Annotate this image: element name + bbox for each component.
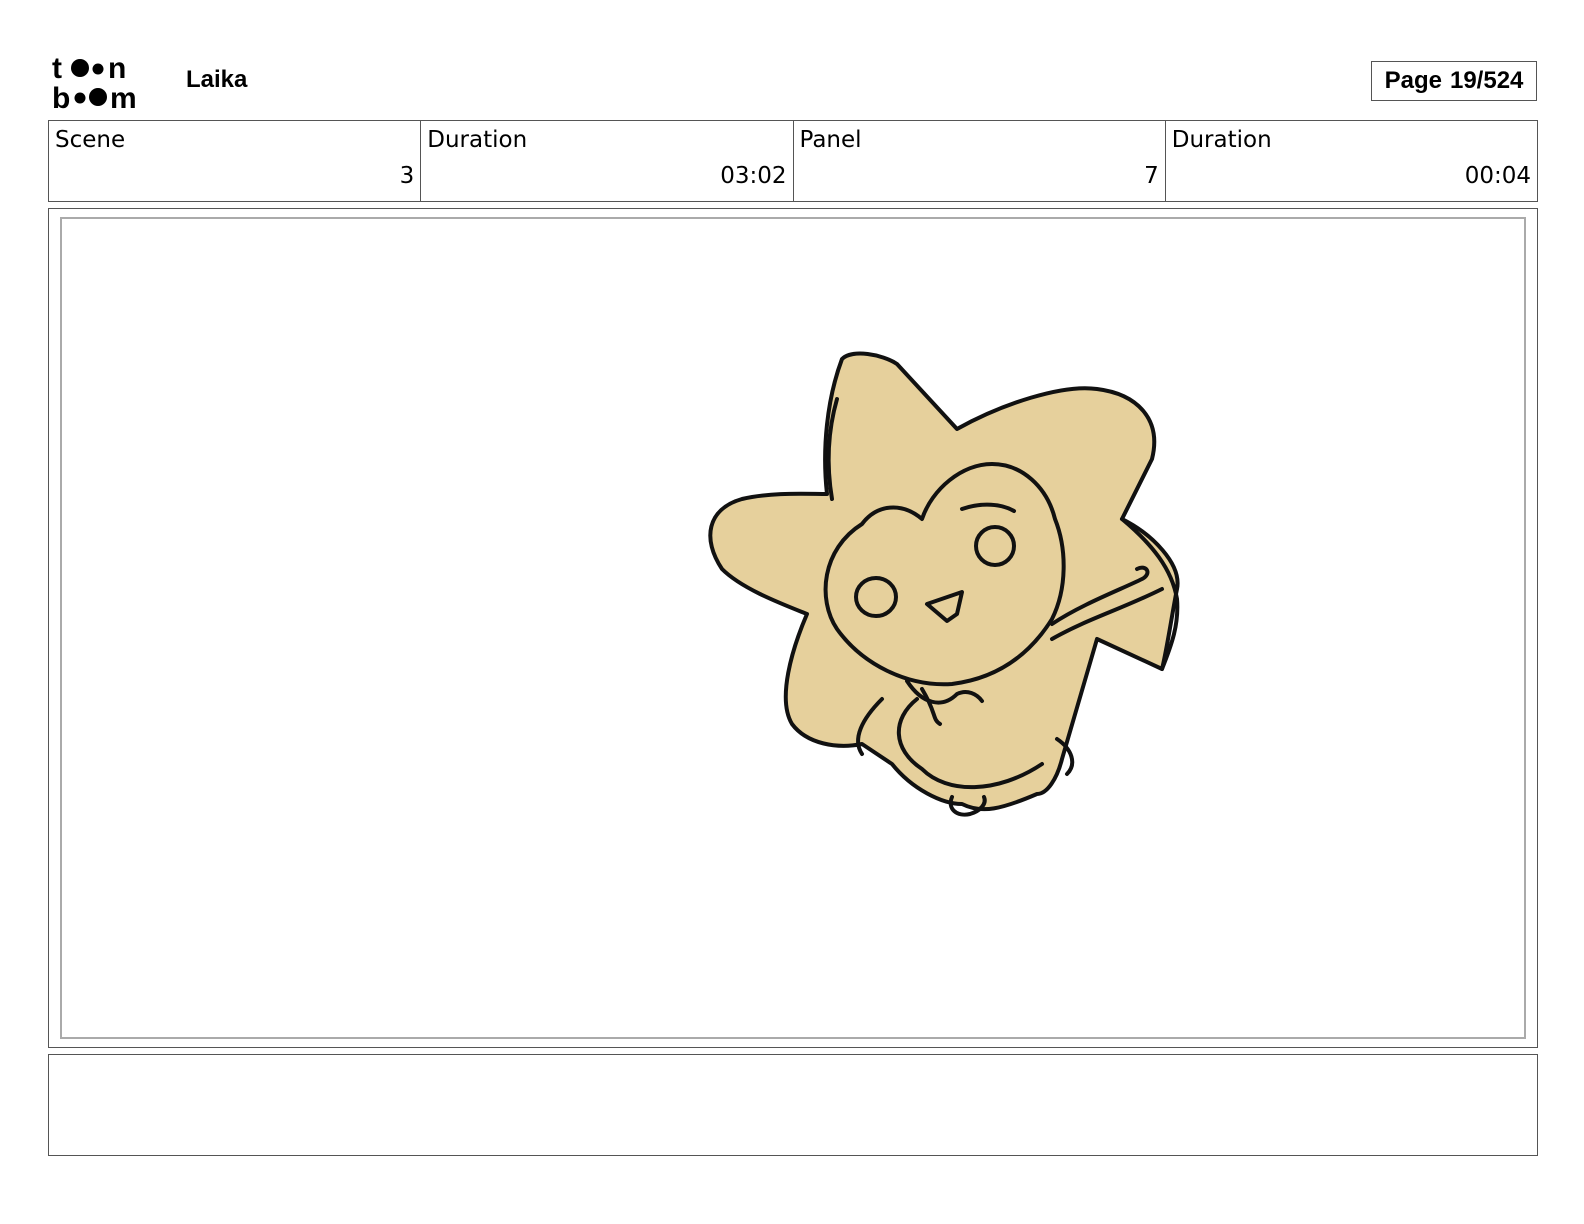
scene-cell: Scene 3 [49,121,422,201]
page-indicator: Page 19/524 [1371,61,1537,101]
svg-text:n: n [108,52,126,85]
storyboard-panel-frame [48,208,1538,1048]
panel-label: Panel [799,127,862,153]
panel-cell: Panel 7 [794,121,1166,201]
page-label: Page [1384,67,1442,94]
svg-text:b: b [52,82,70,112]
toonboom-logo: t n b m [52,52,137,112]
svg-text:t: t [52,52,62,85]
scene-label: Scene [55,127,126,153]
panel-duration-value: 00:04 [1464,163,1531,189]
panel-image-area [60,217,1526,1039]
character-sketch [708,351,1180,817]
panel-duration-cell: Duration 00:04 [1166,121,1537,201]
panel-info-bar: Scene 3 Duration 03:02 Panel 7 Duration … [48,120,1538,202]
svg-text:m: m [110,82,137,112]
project-title: Laika [186,66,248,93]
panel-value: 7 [1144,163,1159,189]
scene-duration-value: 03:02 [720,163,787,189]
scene-duration-label: Duration [427,127,528,153]
panel-notes-area [48,1054,1538,1156]
scene-duration-cell: Duration 03:02 [421,121,794,201]
panel-duration-label: Duration [1171,127,1272,153]
page-number: 19/524 [1449,67,1524,94]
scene-value: 3 [399,163,415,189]
